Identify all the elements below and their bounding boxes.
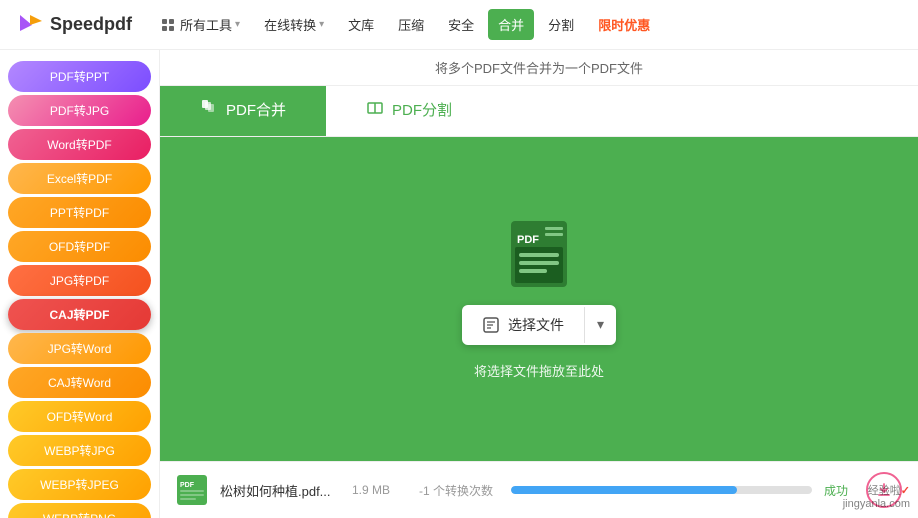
logo-icon (16, 11, 44, 39)
sidebar-item-ppt-to-pdf[interactable]: PPT转PDF (8, 197, 151, 228)
chevron-down-icon: ▾ (235, 19, 240, 30)
chevron-down-icon: ▾ (319, 19, 324, 30)
sidebar-item-pdf-to-ppt[interactable]: PDF转PPT (8, 61, 151, 92)
app-name: Speedpdf (50, 14, 132, 35)
drop-zone[interactable]: PDF 选择文件 ▾ 将选择文件拖 (160, 137, 918, 461)
select-file-label: 选择文件 (508, 315, 564, 335)
progress-fill (511, 486, 737, 494)
split-tab-icon (366, 99, 384, 120)
nav-split[interactable]: 分割 (538, 9, 584, 40)
select-file-button[interactable]: 选择文件 ▾ (462, 305, 616, 345)
progress-bar (511, 486, 812, 494)
watermark: 经验啦✓ jingyanla.com (843, 482, 910, 510)
select-file-main[interactable]: 选择文件 (462, 305, 584, 345)
sidebar-item-excel-to-pdf[interactable]: Excel转PDF (8, 163, 151, 194)
tab-bar: PDF合并 PDF分割 (160, 86, 918, 137)
main-layout: PDF转PPTPDF转JPGWord转PDFExcel转PDFPPT转PDFOF… (0, 50, 918, 518)
merge-tab-icon (200, 98, 218, 121)
tab-split[interactable]: PDF分割 (326, 86, 492, 136)
sidebar-item-word-to-pdf[interactable]: Word转PDF (8, 129, 151, 160)
content-area: 将多个PDF文件合并为一个PDF文件 PDF合并 (160, 50, 918, 518)
drop-hint-text: 将选择文件拖放至此处 (474, 361, 604, 380)
nav-promo[interactable]: 限时优惠 (588, 9, 660, 40)
file-conversions: -1 个转换次数 (419, 482, 499, 499)
watermark-line1: 经验啦✓ (868, 485, 910, 497)
sidebar-item-ofd-to-pdf[interactable]: OFD转PDF (8, 231, 151, 262)
sidebar-item-webp-to-png[interactable]: WEBP转PNG (8, 503, 151, 518)
main-nav: 所有工具 ▾ 在线转换 ▾ 文库 压缩 安全 合并 分割 限时优惠 (152, 9, 660, 40)
svg-text:PDF: PDF (517, 234, 539, 246)
sidebar-item-webp-to-jpg[interactable]: WEBP转JPG (8, 435, 151, 466)
subtitle-text: 将多个PDF文件合并为一个PDF文件 (435, 61, 643, 76)
header: Speedpdf 所有工具 ▾ 在线转换 ▾ 文库 压缩 安全 合并 (0, 0, 918, 50)
nav-online-convert[interactable]: 在线转换 ▾ (254, 9, 334, 40)
tab-merge[interactable]: PDF合并 (160, 86, 326, 136)
sidebar-item-jpg-to-pdf[interactable]: JPG转PDF (8, 265, 151, 296)
check-icon: ✓ (901, 485, 910, 497)
file-size: 1.9 MB (352, 483, 407, 497)
chevron-down-icon: ▾ (597, 316, 604, 333)
file-name: 松树如何种植.pdf... (220, 481, 340, 500)
logo: Speedpdf (16, 11, 132, 39)
nav-library[interactable]: 文库 (338, 9, 384, 40)
dropdown-arrow[interactable]: ▾ (585, 307, 616, 343)
watermark-line2: jingyanla.com (843, 498, 910, 510)
subtitle-bar: 将多个PDF文件合并为一个PDF文件 (160, 50, 918, 86)
grid-icon (162, 19, 174, 31)
sidebar-item-caj-to-pdf[interactable]: CAJ转PDF (8, 299, 151, 330)
sidebar-item-caj-to-word[interactable]: CAJ转Word (8, 367, 151, 398)
sidebar-item-ofd-to-word[interactable]: OFD转Word (8, 401, 151, 432)
file-row: PDF 松树如何种植.pdf... 1.9 MB -1 个转换次数 成功 (160, 461, 918, 518)
file-row-icon: PDF (176, 474, 208, 506)
sidebar-item-jpg-to-word[interactable]: JPG转Word (8, 333, 151, 364)
nav-merge[interactable]: 合并 (488, 9, 534, 40)
svg-text:PDF: PDF (180, 482, 195, 489)
nav-compress[interactable]: 压缩 (388, 9, 434, 40)
sidebar: PDF转PPTPDF转JPGWord转PDFExcel转PDFPPT转PDFOF… (0, 50, 160, 518)
tab-split-label: PDF分割 (392, 99, 452, 120)
file-icon (482, 316, 500, 334)
tab-merge-label: PDF合并 (226, 99, 286, 120)
sidebar-item-webp-to-jpeg[interactable]: WEBP转JPEG (8, 469, 151, 500)
nav-security[interactable]: 安全 (438, 9, 484, 40)
pdf-file-icon: PDF (509, 219, 569, 289)
nav-all-tools[interactable]: 所有工具 ▾ (152, 9, 250, 40)
sidebar-item-pdf-to-jpg[interactable]: PDF转JPG (8, 95, 151, 126)
